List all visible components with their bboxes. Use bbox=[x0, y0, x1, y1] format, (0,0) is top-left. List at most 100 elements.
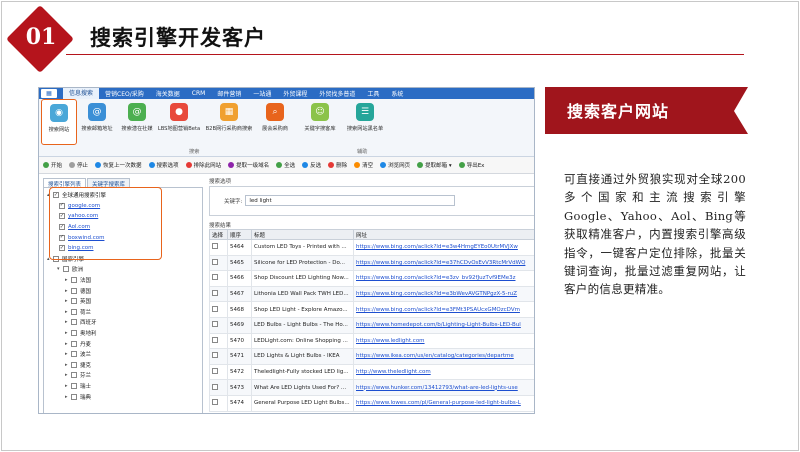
restore-data-button[interactable]: 恢复上一次数据 bbox=[95, 161, 142, 169]
clear-button[interactable]: 清空 bbox=[354, 161, 373, 169]
keyword-input[interactable]: led light bbox=[245, 195, 456, 206]
column-header[interactable]: 标题 bbox=[251, 229, 354, 240]
menu-item[interactable]: 外贸找多普道 bbox=[313, 89, 361, 98]
checkbox[interactable] bbox=[71, 319, 77, 326]
toolbar-label: 反选 bbox=[310, 163, 322, 169]
tree-item[interactable]: ▸ 波兰 bbox=[47, 349, 202, 360]
table-row[interactable]: 5466 Shop Discount LED Lighting Now... htt… bbox=[209, 270, 534, 287]
menu-item[interactable]: 工具 bbox=[361, 89, 385, 98]
column-header[interactable]: 顺序 bbox=[227, 229, 252, 240]
checkbox[interactable] bbox=[71, 382, 77, 389]
search-options-button[interactable]: 搜索选项 bbox=[148, 161, 179, 169]
url-link[interactable]: https://www.bing.com/aclick?ld=e3w4HmgEY… bbox=[356, 244, 518, 250]
checkbox[interactable] bbox=[71, 393, 77, 400]
invert-selection-button[interactable]: 反选 bbox=[302, 161, 321, 169]
tree-item[interactable]: ▸ 瑞典 bbox=[47, 391, 202, 402]
table-row[interactable]: 5464 Custom LED Toys - Printed with ... ht… bbox=[209, 239, 534, 256]
at-sign-icon: @ bbox=[88, 103, 106, 121]
menu-item[interactable]: 海关数据 bbox=[150, 89, 186, 98]
url-link[interactable]: https://www.homedepot.com/b/Lighting-Lig… bbox=[356, 322, 521, 328]
tree-item[interactable]: ▸ 法国 bbox=[47, 275, 202, 286]
row-checkbox[interactable] bbox=[212, 274, 218, 281]
url-link[interactable]: https://www.bing.com/aclick?ld=e3zv_bv92… bbox=[356, 275, 516, 281]
url-link[interactable]: https://www.hunker.com/13412793/what-are… bbox=[356, 385, 518, 391]
select-all-button[interactable]: 全选 bbox=[276, 161, 295, 169]
stop-button[interactable]: 停止 bbox=[69, 161, 88, 169]
search-website-button[interactable]: ◉ 搜索网站 bbox=[41, 99, 77, 145]
exhibition-buyer-button[interactable]: ⌕ 展会采购商 bbox=[257, 99, 293, 145]
tree-item[interactable]: ▸ 奥地利 bbox=[47, 328, 202, 339]
section-number-badge: 01 bbox=[6, 5, 74, 73]
tree-item[interactable]: ▾ 欧洲 bbox=[47, 264, 202, 275]
start-button[interactable]: 开始 bbox=[43, 161, 62, 169]
column-header[interactable]: 网址 bbox=[353, 229, 534, 240]
checkbox[interactable] bbox=[71, 361, 77, 368]
row-checkbox[interactable] bbox=[212, 305, 218, 312]
tree-item[interactable]: ▸ 西班牙 bbox=[47, 317, 202, 328]
row-checkbox[interactable] bbox=[212, 336, 218, 343]
table-row[interactable]: 5473 What Are LED Lights Used For? ... htt… bbox=[209, 379, 534, 396]
table-row[interactable]: 5467 Lithonia LED Wall Pack TWH LED... htt… bbox=[209, 285, 534, 303]
checkbox[interactable] bbox=[71, 308, 77, 315]
menu-item[interactable]: 外贸课程 bbox=[277, 89, 313, 98]
search-options-label: 搜索选项 bbox=[209, 179, 232, 185]
tree-item[interactable]: ▸ 荷兰 bbox=[47, 307, 202, 318]
browse-page-button[interactable]: 浏览网页 bbox=[380, 161, 410, 169]
row-checkbox[interactable] bbox=[212, 383, 218, 390]
menu-item[interactable]: 系统 bbox=[385, 89, 409, 98]
extract-email-button[interactable]: 提取邮箱 ▾ bbox=[417, 161, 452, 169]
checkbox[interactable] bbox=[71, 372, 77, 379]
blacklist-button[interactable]: ☰ 搜索网站黑名单 bbox=[341, 99, 389, 145]
tree-item[interactable]: ▸ 英国 bbox=[47, 296, 202, 307]
url-link[interactable]: https://www.bing.com/aclick?ld=e37hCDvOs… bbox=[356, 260, 525, 266]
checkbox[interactable] bbox=[63, 266, 69, 273]
table-row[interactable]: 5468 Shop LED Light - Explore Amazo... htt… bbox=[209, 301, 534, 318]
checkbox[interactable] bbox=[71, 298, 77, 305]
row-checkbox[interactable] bbox=[212, 399, 218, 406]
tree-item[interactable]: ▸ 丹麦 bbox=[47, 338, 202, 349]
url-link[interactable]: https://www.ledlight.com bbox=[356, 338, 425, 344]
checkbox[interactable] bbox=[71, 351, 77, 358]
tree-item[interactable]: ▸ 捷克 bbox=[47, 360, 202, 371]
checkbox[interactable] bbox=[71, 340, 77, 347]
url-link[interactable]: http://www.theledlight.com bbox=[356, 369, 431, 375]
menu-item[interactable]: 营销CEO/采购 bbox=[99, 89, 150, 98]
search-social-button[interactable]: @ 搜索潜在社媒 bbox=[117, 99, 157, 145]
column-header[interactable]: 选择 bbox=[209, 229, 228, 240]
exclude-site-button[interactable]: 排除此网站 bbox=[185, 161, 221, 169]
url-link[interactable]: https://www.bing.com/aclick?ld=e3bWevAVG… bbox=[356, 291, 517, 297]
tree-item[interactable]: ▸ 瑞士 bbox=[47, 381, 202, 392]
table-row[interactable]: 5465 Silicone for LED Protection - Do... h… bbox=[209, 254, 534, 272]
keyword-library-button[interactable]: ☺ 关键字搜客库 bbox=[299, 99, 341, 145]
url-link[interactable]: https://www.ikea.com/us/en/catalog/categ… bbox=[356, 353, 514, 359]
menu-grid-icon[interactable]: ▦ bbox=[41, 89, 57, 98]
menu-item[interactable]: 邮件营销 bbox=[211, 89, 247, 98]
extract-domain-button[interactable]: 提取一级域名 bbox=[228, 161, 269, 169]
row-checkbox[interactable] bbox=[212, 243, 218, 250]
table-row[interactable]: 5470 LEDLight.com: Online Shopping ... htt… bbox=[209, 332, 534, 350]
row-checkbox[interactable] bbox=[212, 352, 218, 359]
row-checkbox[interactable] bbox=[212, 258, 218, 265]
menu-item[interactable]: 一站通 bbox=[247, 89, 277, 98]
export-excel-button[interactable]: 导出Ex bbox=[458, 161, 484, 169]
delete-button[interactable]: 删除 bbox=[328, 161, 347, 169]
table-row[interactable]: 5474 General Purpose LED Light Bulbs... ht… bbox=[209, 394, 534, 412]
tree-item[interactable]: ▸ 德国 bbox=[47, 285, 202, 296]
menu-item[interactable]: CRM bbox=[186, 90, 212, 97]
lbs-map-button[interactable]: ● LBS地图营销Beta bbox=[157, 99, 201, 145]
row-checkbox[interactable] bbox=[212, 321, 218, 328]
checkbox[interactable] bbox=[71, 330, 77, 337]
checkbox[interactable] bbox=[71, 277, 77, 284]
table-row[interactable]: 5471 LED Lights & Light Bulbs - IKEA https… bbox=[209, 348, 534, 365]
b2b-search-button[interactable]: ▦ B2B网行采购商搜索 bbox=[201, 99, 257, 145]
menu-item[interactable]: 信息搜索 bbox=[63, 88, 100, 99]
search-email-button[interactable]: @ 搜索邮箱地址 bbox=[77, 99, 117, 145]
row-checkbox[interactable] bbox=[212, 368, 218, 375]
table-row[interactable]: 5472 Theledlight-Fully stocked LED lig...… bbox=[209, 363, 534, 381]
row-checkbox[interactable] bbox=[212, 290, 218, 297]
url-link[interactable]: https://www.bing.com/aclick?ld=e3FMt3PSA… bbox=[356, 307, 520, 313]
tree-item[interactable]: ▸ 芬兰 bbox=[47, 370, 202, 381]
checkbox[interactable] bbox=[71, 287, 77, 294]
table-row[interactable]: 5469 LED Bulbs - Light Bulbs - The Ho... h… bbox=[209, 316, 534, 334]
url-link[interactable]: https://www.lowes.com/pl/General-purpose… bbox=[356, 400, 521, 406]
